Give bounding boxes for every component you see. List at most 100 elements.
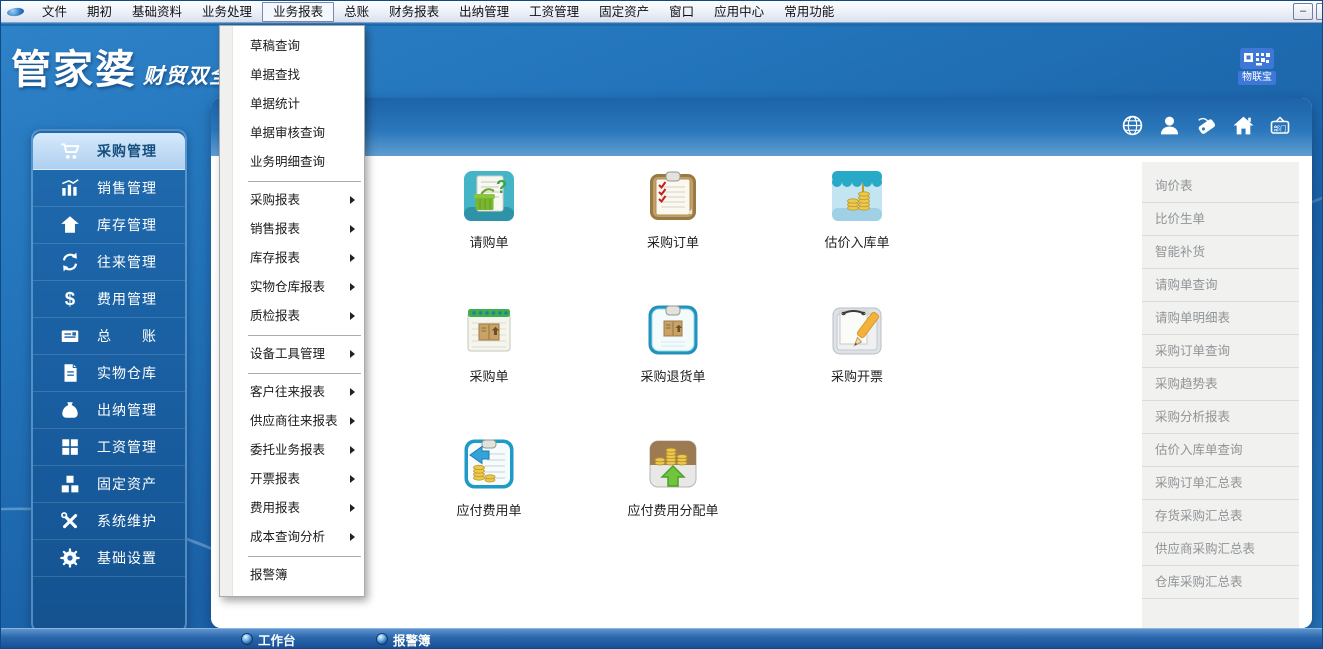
sidebar-item[interactable]: $ 费用管理 [33, 281, 185, 318]
dropdown-item[interactable]: 采购报表 [220, 186, 364, 215]
shortcut-purchase-return[interactable]: 采购退货单 [581, 304, 765, 438]
iot-badge[interactable]: 物联宝 [1238, 48, 1276, 85]
dropdown-item[interactable]: 成本查询分析 [220, 523, 364, 552]
shortcut-label: 应付费用单 [456, 500, 521, 519]
bottom-tab[interactable]: 工作台 [241, 629, 296, 649]
dropdown-separator [248, 335, 361, 336]
svg-text:$: $ [65, 288, 76, 309]
shortcut-purchase-order[interactable]: 采购订单 [581, 170, 765, 304]
tag-icon[interactable] [1194, 113, 1218, 137]
app-logo-icon [7, 6, 25, 16]
window-button-partial[interactable] [1316, 3, 1323, 20]
business-report-dropdown: 草稿查询单据查找单据统计单据审核查询业务明细查询采购报表销售报表库存报表实物仓库… [219, 25, 365, 597]
sidebar-item[interactable]: 工资管理 [33, 429, 185, 466]
dropdown-item[interactable]: 质检报表 [220, 302, 364, 331]
bottom-tab[interactable]: 报警簿 [376, 629, 431, 649]
menubar-item[interactable]: 常用功能 [774, 2, 844, 22]
dropdown-item[interactable]: 库存报表 [220, 244, 364, 273]
sidebar-item-label: 工资管理 [97, 437, 157, 457]
dropdown-item[interactable]: 委托业务报表 [220, 436, 364, 465]
menubar-item[interactable]: 基础资料 [122, 2, 192, 22]
dropdown-item-label: 设备工具管理 [250, 347, 325, 361]
shortcut-grid: ? 请购单 采购订单 估价入库单 采购单 采购退货单 采购开票 应付费用单 应付… [397, 170, 949, 572]
shortcut-request-purchase[interactable]: ? 请购单 [397, 170, 581, 304]
dropdown-item[interactable]: 费用报表 [220, 494, 364, 523]
menubar-item[interactable]: 业务处理 [192, 2, 262, 22]
dropdown-item-label: 报警簿 [250, 568, 288, 582]
minimize-button[interactable]: – [1293, 3, 1313, 20]
report-list-item[interactable]: 估价入库单查询 [1142, 434, 1299, 467]
report-list-item[interactable]: 请购单查询 [1142, 269, 1299, 302]
dropdown-item-label: 客户往来报表 [250, 385, 325, 399]
dropdown-separator [248, 556, 361, 557]
sidebar-item[interactable]: 往来管理 [33, 244, 185, 281]
brand-logo: 管家婆 财贸双全 Ⅱ [11, 37, 243, 95]
report-list-item[interactable]: 采购订单汇总表 [1142, 467, 1299, 500]
report-list-item[interactable]: 采购趋势表 [1142, 368, 1299, 401]
sidebar-item[interactable]: 销售管理 [33, 170, 185, 207]
sidebar-item[interactable]: 库存管理 [33, 207, 185, 244]
shortcut-label: 应付费用分配单 [627, 500, 718, 519]
home-icon[interactable] [1231, 113, 1255, 137]
sidebar-item[interactable]: 基础设置 [33, 540, 185, 577]
menubar-item[interactable]: 期初 [77, 2, 122, 22]
sidebar-item[interactable]: 出纳管理 [33, 392, 185, 429]
report-list-item[interactable]: 供应商采购汇总表 [1142, 533, 1299, 566]
dropdown-item[interactable]: 业务明细查询 [220, 148, 364, 177]
dropdown-item[interactable]: 单据审核查询 [220, 119, 364, 148]
shortcut-purchase[interactable]: 采购单 [397, 304, 581, 438]
dropdown-item[interactable]: 销售报表 [220, 215, 364, 244]
sidebar-item[interactable]: 系统维护 [33, 503, 185, 540]
report-list-item[interactable]: 智能补货 [1142, 236, 1299, 269]
shortcut-purchase-invoice[interactable]: 采购开票 [765, 304, 949, 438]
dropdown-item[interactable]: 客户往来报表 [220, 378, 364, 407]
report-list-item[interactable]: 采购订单查询 [1142, 335, 1299, 368]
submenu-arrow-icon [350, 350, 355, 358]
dropdown-item[interactable]: 开票报表 [220, 465, 364, 494]
menubar-items: 文件期初基础资料业务处理业务报表总账财务报表出纳管理工资管理固定资产窗口应用中心… [32, 2, 844, 22]
dropdown-item[interactable]: 草稿查询 [220, 32, 364, 61]
menubar-item[interactable]: 固定资产 [589, 2, 659, 22]
report-list-item[interactable]: 请购单明细表 [1142, 302, 1299, 335]
menubar-item[interactable]: 总账 [334, 2, 379, 22]
dropdown-item-label: 实物仓库报表 [250, 280, 325, 294]
department-sign-icon[interactable]: 部门 [1268, 113, 1292, 137]
shortcut-label: 采购开票 [831, 366, 883, 385]
shortcut-label: 采购退货单 [640, 366, 705, 385]
menubar-item[interactable]: 文件 [32, 2, 77, 22]
payable-allocation-icon [647, 438, 699, 495]
dropdown-item[interactable]: 报警簿 [220, 561, 364, 590]
dropdown-item[interactable]: 供应商往来报表 [220, 407, 364, 436]
globe-icon[interactable] [1120, 113, 1144, 137]
sidebar-item[interactable]: 实物仓库 [33, 355, 185, 392]
menubar-item[interactable]: 窗口 [659, 2, 704, 22]
report-list-item[interactable]: 仓库采购汇总表 [1142, 566, 1299, 599]
menubar-item[interactable]: 财务报表 [379, 2, 449, 22]
submenu-arrow-icon [350, 388, 355, 396]
dropdown-item[interactable]: 单据统计 [220, 90, 364, 119]
brand-main-text: 管家婆 [11, 37, 137, 95]
menubar-item[interactable]: 出纳管理 [449, 2, 519, 22]
user-icon[interactable] [1157, 113, 1181, 137]
dropdown-item[interactable]: 单据查找 [220, 61, 364, 90]
menubar-item[interactable]: 业务报表 [262, 2, 334, 22]
submenu-arrow-icon [350, 225, 355, 233]
menubar-item[interactable]: 应用中心 [704, 2, 774, 22]
shortcut-payable-allocation[interactable]: 应付费用分配单 [581, 438, 765, 572]
dropdown-item[interactable]: 实物仓库报表 [220, 273, 364, 302]
sidebar-item[interactable]: 总 账 [33, 318, 185, 355]
report-list-item[interactable]: 采购分析报表 [1142, 401, 1299, 434]
sidebar-item[interactable]: 固定资产 [33, 466, 185, 503]
shortcut-label: 采购单 [469, 366, 508, 385]
sidebar-item[interactable]: 采购管理 [33, 133, 185, 170]
shortcut-payable-expense[interactable]: 应付费用单 [397, 438, 581, 572]
dropdown-item-label: 草稿查询 [250, 39, 300, 53]
submenu-arrow-icon [350, 417, 355, 425]
menubar-item[interactable]: 工资管理 [519, 2, 589, 22]
shortcut-valuation-inbound[interactable]: 估价入库单 [765, 170, 949, 304]
right-report-list: 询价表比价生单智能补货请购单查询请购单明细表采购订单查询采购趋势表采购分析报表估… [1142, 162, 1299, 628]
dropdown-item[interactable]: 设备工具管理 [220, 340, 364, 369]
report-list-item[interactable]: 询价表 [1142, 170, 1299, 203]
report-list-item[interactable]: 存货采购汇总表 [1142, 500, 1299, 533]
report-list-item[interactable]: 比价生单 [1142, 203, 1299, 236]
